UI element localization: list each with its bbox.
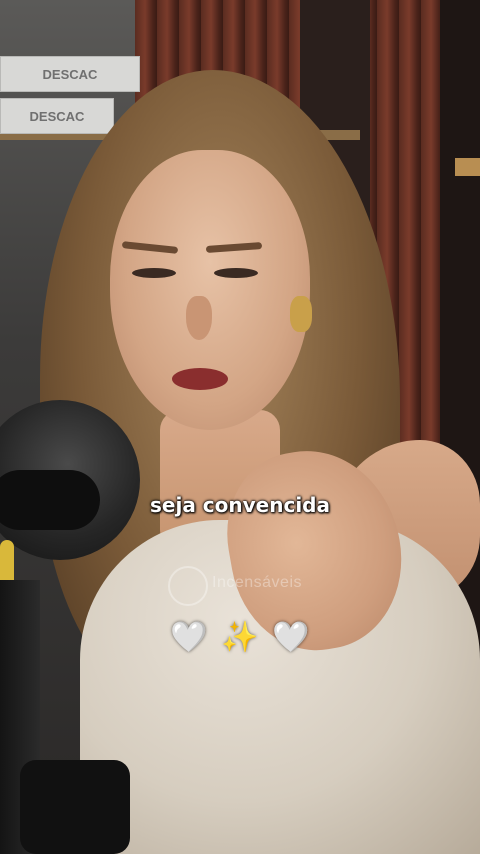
video-frame: DESCAC DESCAC: [0, 0, 480, 854]
watermark-text: Incensáveis: [212, 574, 302, 591]
mouth: [172, 368, 228, 390]
circle-logo-icon: [168, 566, 208, 606]
gold-earring: [290, 296, 312, 332]
eye-left: [132, 268, 176, 278]
brand-sign: DESCAC: [0, 98, 114, 134]
white-heart-icon: 🤍: [272, 620, 310, 655]
brand-sign: DESCAC: [0, 56, 140, 92]
emoji-overlay: 🤍 ✨ 🤍: [0, 620, 480, 655]
watermark: Incensáveis: [168, 566, 308, 606]
subtitle-caption: seja convencida: [150, 493, 330, 517]
white-heart-icon: 🤍: [170, 620, 208, 655]
sparkles-icon: ✨: [221, 620, 259, 655]
microphone-clamp: [20, 760, 130, 854]
shelf-edge: [455, 158, 480, 176]
eye-right: [214, 268, 258, 278]
nose: [186, 296, 212, 340]
